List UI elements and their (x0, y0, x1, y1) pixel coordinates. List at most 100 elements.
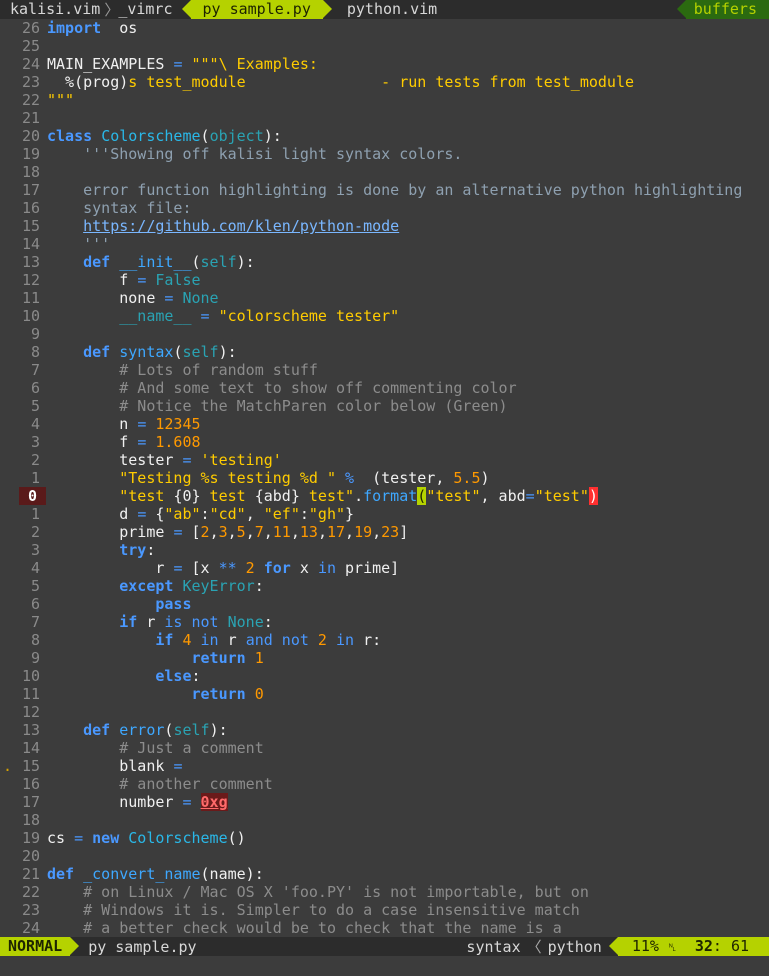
code-token: blank (47, 757, 174, 775)
code-line[interactable]: 3 f = 1.608 (0, 433, 769, 451)
code-token: return (47, 685, 246, 703)
code-line[interactable]: 9 return 1 (0, 649, 769, 667)
tab-python-vim[interactable]: python.vim (337, 0, 441, 19)
code-token: cs (47, 829, 75, 847)
code-line[interactable]: 13 def error(self): (0, 721, 769, 739)
code-line[interactable]: 2 tester = 'testing' (0, 451, 769, 469)
code-line[interactable]: 17 error function highlighting is done b… (0, 181, 769, 199)
code-token: 5 (236, 523, 246, 541)
code-token: } (345, 505, 355, 523)
code-text: error function highlighting is done by a… (47, 181, 742, 199)
code-line[interactable]: 6 # And some text to show off commenting… (0, 379, 769, 397)
code-line[interactable]: 20 (0, 847, 769, 865)
code-line[interactable]: 3 try: (0, 541, 769, 559)
code-line[interactable]: 22 # on Linux / Mac OS X 'foo.PY' is not… (0, 883, 769, 901)
code-line[interactable]: 17 number = 0xg (0, 793, 769, 811)
code-text: https://github.com/klen/python-mode (47, 217, 399, 235)
code-line[interactable]: 22 """ (0, 91, 769, 109)
code-token: """\ Examples: (182, 55, 318, 73)
code-line[interactable]: 25 (0, 37, 769, 55)
line-number: 7 (30, 361, 40, 379)
tab-vimrc[interactable]: _vimrc (118, 0, 176, 19)
code-line[interactable]: 24 MAIN_EXAMPLES = """\ Examples: (0, 55, 769, 73)
code-line[interactable]: 19 cs = new Colorscheme() (0, 829, 769, 847)
code-line[interactable]: 15 https://github.com/klen/python-mode (0, 217, 769, 235)
code-line[interactable]: 7 if r is not None: (0, 613, 769, 631)
code-line[interactable]: 18 (0, 163, 769, 181)
code-line[interactable]: 0 "test {0} test {abd} test".format("tes… (0, 487, 769, 505)
code-line[interactable]: 1 "Testing %s testing %d " % (tester, 5.… (0, 469, 769, 487)
buffers-label[interactable]: buffers (676, 0, 769, 19)
code-text: ''' (47, 235, 110, 253)
tab-kalisi-vim[interactable]: kalisi.vim (0, 0, 104, 19)
editor-pane[interactable]: 26 import os 25 24 MAIN_EXAMPLES = """\ Exam… (0, 19, 769, 937)
code-line[interactable]: 21 def _convert_name(name): (0, 865, 769, 883)
code-token: = (74, 829, 84, 847)
code-line[interactable]: 24 # a better check would be to check th… (0, 919, 769, 937)
code-line[interactable]: 19 '''Showing off kalisi light syntax co… (0, 145, 769, 163)
code-text: # on Linux / Mac OS X 'foo.PY' is not im… (47, 883, 589, 901)
code-line[interactable]: 23 # Windows it is. Simpler to do a case… (0, 901, 769, 919)
code-line[interactable]: 9 (0, 325, 769, 343)
line-number-icon: ␤ (667, 941, 677, 954)
code-token: """ (47, 91, 75, 109)
code-line[interactable]: 10 else: (0, 667, 769, 685)
code-line[interactable]: 16 syntax file: (0, 199, 769, 217)
code-line[interactable]: 12 (0, 703, 769, 721)
code-line[interactable]: 16 # another comment (0, 775, 769, 793)
code-line[interactable]: 8 if 4 in r and not 2 in r: (0, 631, 769, 649)
code-line[interactable]: 6 pass (0, 595, 769, 613)
code-line[interactable]: 4 r = [x ** 2 for x in prime] (0, 559, 769, 577)
code-token: "test (47, 487, 174, 505)
code-text: syntax file: (47, 199, 191, 217)
code-line[interactable]: 15. blank = (0, 757, 769, 775)
code-line[interactable]: 26 import os (0, 19, 769, 37)
code-line[interactable]: 13 def __init__(self): (0, 253, 769, 271)
code-line[interactable]: 12 f = False (0, 271, 769, 289)
code-line[interactable]: 7 # Lots of random stuff (0, 361, 769, 379)
code-line[interactable]: 4 n = 12345 (0, 415, 769, 433)
status-position: 11% ␤ 32: 61 (608, 937, 769, 956)
line-number: 5 (30, 577, 40, 595)
command-line[interactable] (0, 956, 769, 976)
code-line[interactable]: 20 class Colorscheme(object): (0, 127, 769, 145)
code-line[interactable]: 5 except KeyError: (0, 577, 769, 595)
line-number: 8 (30, 343, 40, 361)
code-line[interactable]: 14 ''' (0, 235, 769, 253)
code-token: , (209, 523, 219, 541)
code-token: return (47, 649, 246, 667)
code-text: r = [x ** 2 for x in prime] (47, 559, 399, 577)
code-token: ) (588, 487, 598, 505)
code-token: = (191, 307, 210, 325)
code-text: # Lots of random stuff (47, 361, 318, 379)
code-token: ) (480, 469, 490, 487)
code-line[interactable]: 1 d = {"ab":"cd", "ef":"gh"} (0, 505, 769, 523)
code-token: self (182, 343, 219, 361)
code-token: r (137, 613, 165, 631)
tab-sample-py-active[interactable]: py sample.py (181, 0, 333, 19)
code-token: # Lots of random stuff (47, 361, 318, 379)
code-text: def syntax(self): (47, 343, 237, 361)
code-token: _convert_name (83, 865, 201, 883)
code-line[interactable]: 10 __name__ = "colorscheme tester" (0, 307, 769, 325)
code-text: number = 0xg (47, 793, 228, 811)
line-number: 22 (21, 883, 40, 901)
code-line[interactable]: 8 def syntax(self): (0, 343, 769, 361)
code-token: import (47, 19, 102, 37)
code-line[interactable]: 14 # Just a comment (0, 739, 769, 757)
code-token: ): (236, 253, 255, 271)
code-line[interactable]: 23 %(prog)s test_module - run tests from… (0, 73, 769, 91)
line-number: 2 (30, 451, 40, 469)
line-number: 13 (21, 253, 40, 271)
code-line[interactable]: 18 (0, 811, 769, 829)
code-token: in (317, 559, 336, 577)
code-line[interactable]: 11 return 0 (0, 685, 769, 703)
code-line[interactable]: 11 none = None (0, 289, 769, 307)
code-token: test (200, 487, 255, 505)
code-token: in (326, 631, 355, 649)
code-line[interactable]: 2 prime = [2,3,5,7,11,13,17,19,23] (0, 523, 769, 541)
code-line[interactable]: 21 (0, 109, 769, 127)
code-token: (name): (200, 865, 264, 883)
code-token: [ (182, 523, 201, 541)
code-line[interactable]: 5 # Notice the MatchParen color below (G… (0, 397, 769, 415)
